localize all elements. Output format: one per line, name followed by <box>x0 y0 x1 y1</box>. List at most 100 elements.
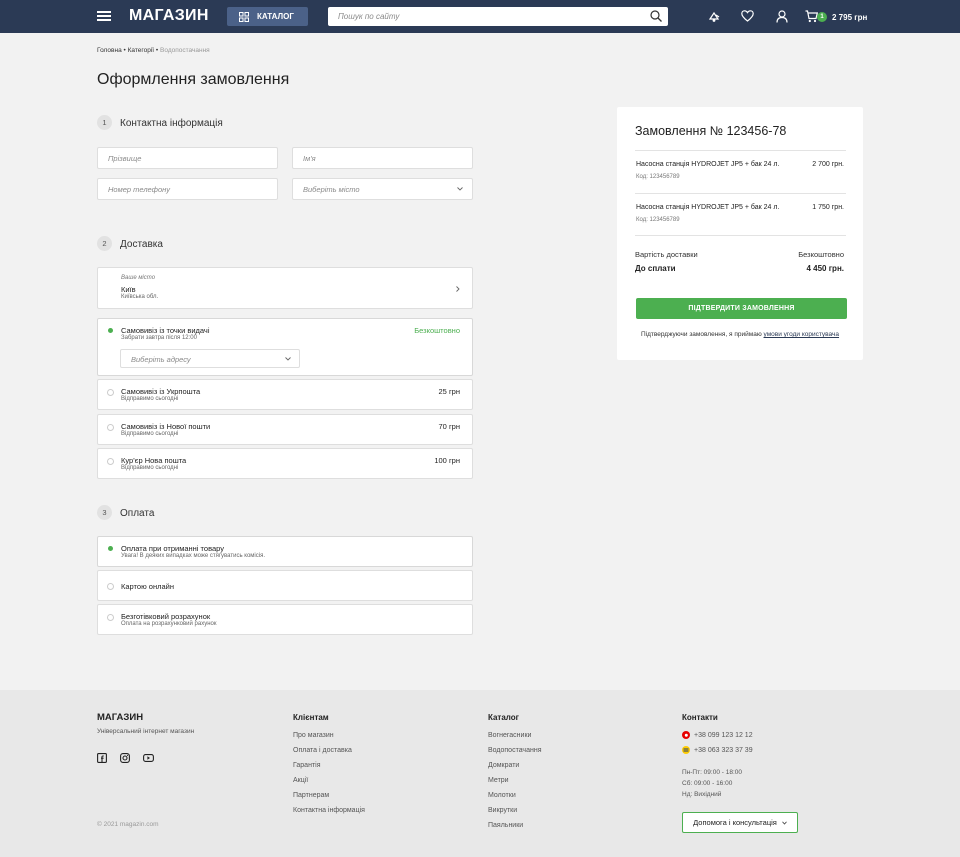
help-consultation-button[interactable]: Допомога і консультація <box>682 812 798 833</box>
terms-note: Підтверджуючи замовлення, я приймаю умов… <box>617 331 863 338</box>
radio-unselected[interactable] <box>107 424 114 431</box>
step-number: 1 <box>97 115 112 130</box>
delivery-option[interactable]: Кур'єр Нова пошта Відправимо сьогодні 10… <box>97 448 473 479</box>
payment-option[interactable]: Оплата при отриманні товару Увага! В дея… <box>97 536 473 567</box>
step-number: 2 <box>97 236 112 251</box>
delivery-option[interactable]: Самовивіз із Нової пошти Відправимо сьог… <box>97 414 473 445</box>
compare-icon[interactable] <box>708 10 721 23</box>
order-title: Замовлення № 123456-78 <box>635 124 787 138</box>
page-title: Оформлення замовлення <box>97 71 290 88</box>
user-icon[interactable] <box>776 10 788 23</box>
youtube-icon[interactable] <box>143 754 154 762</box>
chevron-down-icon <box>782 821 787 825</box>
footer-link[interactable]: Паяльники <box>488 822 523 829</box>
chevron-down-icon <box>457 187 463 191</box>
radio-unselected[interactable] <box>107 583 114 590</box>
footer-link[interactable]: Молотки <box>488 792 516 799</box>
search-icon[interactable] <box>650 10 662 22</box>
catalog-label: КАТАЛОГ <box>257 12 294 21</box>
payment-option[interactable]: Безготівковий розрахунок Оплата на розра… <box>97 604 473 635</box>
footer-link[interactable]: Про магазин <box>293 732 334 739</box>
option-title: Картою онлайн <box>121 582 174 591</box>
footer-link[interactable]: Гарантія <box>293 762 321 769</box>
heart-icon[interactable] <box>741 10 754 22</box>
divider <box>635 193 846 194</box>
cart-total[interactable]: 2 795 грн <box>832 13 867 22</box>
surname-input[interactable] <box>98 148 277 168</box>
section-title-payment: Оплата <box>120 508 155 519</box>
breadcrumb-home[interactable]: Головна <box>97 47 122 54</box>
option-subtitle: Відправимо сьогодні <box>121 465 179 471</box>
breadcrumb-separator: • <box>155 47 159 54</box>
payment-option[interactable]: Картою онлайн <box>97 570 473 601</box>
terms-link[interactable]: умови угоди користувача <box>764 331 840 338</box>
vodafone-icon <box>682 731 690 739</box>
footer-contacts-title: Контакти <box>682 713 718 722</box>
item-price: 1 750 грн. <box>812 204 844 211</box>
item-name[interactable]: Насосна станція HYDROJET JP5 + бак 24 л. <box>636 161 779 168</box>
name-field[interactable] <box>292 147 473 169</box>
catalog-button[interactable]: КАТАЛОГ <box>227 7 308 26</box>
confirm-order-button[interactable]: ПІДТВЕРДИТИ ЗАМОВЛЕННЯ <box>636 298 847 319</box>
footer-logo[interactable]: МАГАЗИН <box>97 712 143 723</box>
header: МАГАЗИН КАТАЛОГ 1 2 795 грн <box>0 0 960 33</box>
item-name[interactable]: Насосна станція HYDROJET JP5 + бак 24 л. <box>636 204 779 211</box>
option-title: Самовивіз із Укрпошта <box>121 387 201 396</box>
phone-field[interactable] <box>97 178 278 200</box>
footer-link[interactable]: Контактна інформація <box>293 807 365 814</box>
instagram-icon[interactable] <box>120 753 130 763</box>
phone-input[interactable] <box>98 179 277 199</box>
option-price: Безкоштовно <box>414 326 460 335</box>
option-subtitle: Відправимо сьогодні <box>121 396 179 402</box>
chevron-down-icon <box>285 357 291 361</box>
delivery-option[interactable]: Самовивіз із Укрпошта Відправимо сьогодн… <box>97 379 473 410</box>
name-input[interactable] <box>293 148 472 168</box>
radio-selected[interactable] <box>107 327 114 334</box>
radio-unselected[interactable] <box>107 614 114 621</box>
address-select[interactable]: Виберіть адресу <box>120 349 300 368</box>
search-box <box>328 7 668 26</box>
menu-icon[interactable] <box>97 11 111 21</box>
footer: МАГАЗИН Універсальний інтернет магазин ©… <box>0 690 960 857</box>
breadcrumb-categories[interactable]: Категорії <box>128 47 155 54</box>
surname-field[interactable] <box>97 147 278 169</box>
radio-unselected[interactable] <box>107 389 114 396</box>
chevron-right-icon <box>456 286 460 292</box>
footer-link[interactable]: Метри <box>488 777 509 784</box>
footer-link[interactable]: Викрутки <box>488 807 517 814</box>
address-select-placeholder: Виберіть адресу <box>131 355 191 364</box>
footer-link[interactable]: Акції <box>293 777 308 784</box>
option-price: 100 грн <box>434 456 460 465</box>
breadcrumb-separator: • <box>123 47 126 54</box>
option-price: 25 грн <box>438 387 460 396</box>
city-label: Ваше місто <box>121 275 156 281</box>
city-card[interactable]: Ваше місто Київ Київська обл. <box>97 267 473 309</box>
search-input[interactable] <box>328 7 628 26</box>
option-subtitle: Відправимо сьогодні <box>121 431 179 437</box>
radio-unselected[interactable] <box>107 458 114 465</box>
radio-selected[interactable] <box>107 545 114 552</box>
footer-link[interactable]: Оплата і доставка <box>293 747 352 754</box>
footer-clients-title: Клієнтам <box>293 713 329 722</box>
option-title: Самовивіз із Нової пошти <box>121 422 211 431</box>
footer-link[interactable]: Водопостачання <box>488 747 542 754</box>
phone-number[interactable]: +38 063 323 37 39 <box>694 747 753 754</box>
breadcrumb-current: Водопостачання <box>160 47 210 54</box>
footer-link[interactable]: Вогнегасники <box>488 732 531 739</box>
option-subtitle: Забрати завтра після 12:00 <box>121 335 197 341</box>
breadcrumb: Головна • Категорії • Водопостачання <box>97 47 210 54</box>
lifecell-icon <box>682 746 690 754</box>
city-select[interactable]: Виберіть місто <box>292 178 473 200</box>
logo[interactable]: МАГАЗИН <box>129 7 209 25</box>
footer-link[interactable]: Домкрати <box>488 762 519 769</box>
total-label: До сплати <box>635 264 676 273</box>
delivery-option-pickup-point[interactable]: Самовивіз із точки видачі Забрати завтра… <box>97 318 473 376</box>
step-number: 3 <box>97 505 112 520</box>
facebook-icon[interactable] <box>97 753 107 763</box>
help-label: Допомога і консультація <box>693 818 777 827</box>
working-hours: Сб: 09:00 - 16:00 <box>682 780 733 787</box>
phone-number[interactable]: +38 099 123 12 12 <box>694 732 753 739</box>
section-title-delivery: Доставка <box>120 239 163 250</box>
option-title: Безготівковий розрахунок <box>121 612 211 621</box>
footer-link[interactable]: Партнерам <box>293 792 329 799</box>
